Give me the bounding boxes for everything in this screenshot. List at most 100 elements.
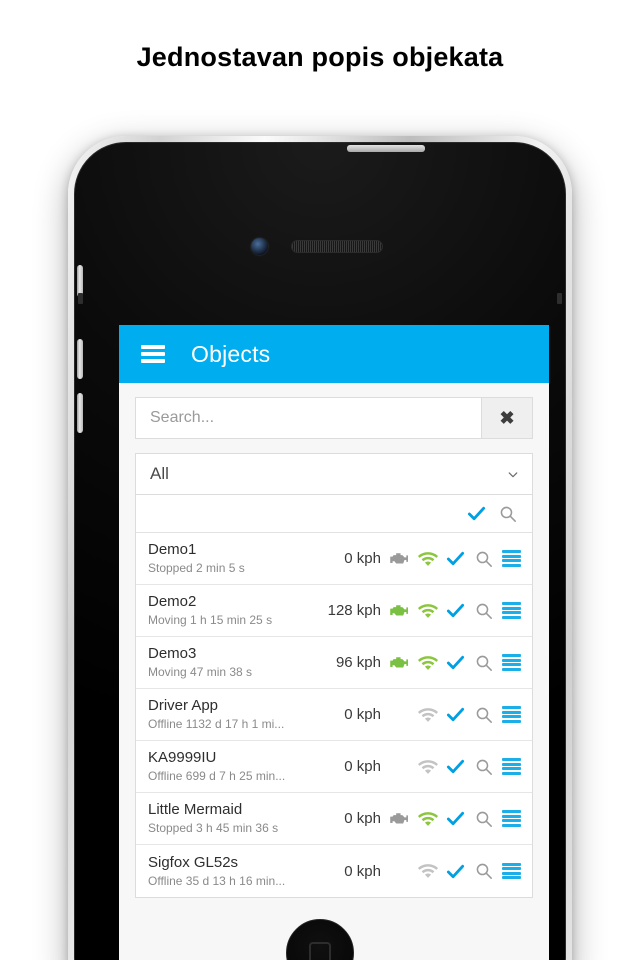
object-icons: [389, 861, 522, 882]
magnifier-icon[interactable]: [473, 600, 494, 621]
object-icons: [389, 756, 522, 777]
search-input[interactable]: [135, 397, 481, 439]
wifi-signal-icon: [417, 548, 438, 569]
table-row[interactable]: Demo3 Moving 47 min 38 s 96 kph: [136, 637, 532, 689]
list-stripes-icon[interactable]: [501, 652, 522, 673]
list-stripes-icon[interactable]: [501, 600, 522, 621]
search-row: ✖: [135, 397, 533, 439]
magnifier-icon[interactable]: [473, 808, 494, 829]
object-icons: [389, 548, 522, 569]
checkmark-icon[interactable]: [445, 861, 466, 882]
toolbar-magnifier-icon[interactable]: [497, 503, 518, 524]
home-button-square: [309, 942, 331, 960]
magnifier-icon[interactable]: [473, 548, 494, 569]
power-button[interactable]: [347, 145, 425, 152]
table-row[interactable]: Sigfox GL52s Offline 35 d 13 h 16 min... 0…: [136, 845, 532, 897]
app-content: ✖ All: [119, 383, 549, 960]
object-icons: [389, 808, 522, 829]
wifi-signal-icon: [417, 808, 438, 829]
object-name: Little Mermaid: [148, 801, 243, 818]
engine-icon: [389, 808, 410, 829]
wifi-signal-icon: [417, 861, 438, 882]
object-speed: 128 kph: [327, 602, 381, 619]
object-speed: 0 kph: [344, 758, 381, 775]
object-status: Offline 35 d 13 h 16 min...: [148, 873, 286, 888]
object-name: Demo3: [148, 645, 197, 662]
engine-icon: [389, 861, 410, 882]
object-speed: 0 kph: [344, 550, 381, 567]
list-stripes-icon[interactable]: [501, 756, 522, 777]
page-root: Jednostavan popis objekata Objects Searc…: [0, 0, 640, 960]
list-stripes-icon[interactable]: [501, 861, 522, 882]
object-info: Demo2 Moving 1 h 15 min 25 s: [148, 593, 328, 628]
object-status: Stopped 3 h 45 min 36 s: [148, 821, 279, 835]
object-speed: 0 kph: [344, 862, 381, 880]
page-title: Jednostavan popis objekata: [136, 42, 504, 72]
object-name: Demo2: [148, 593, 197, 610]
object-name: KA9999IU: [148, 749, 217, 766]
object-info: KA9999IU Offline 699 d 7 h 25 min...: [148, 749, 344, 784]
engine-icon: [389, 548, 410, 569]
filter-select-value: All: [150, 464, 169, 483]
object-info: Driver App Offline 1132 d 17 h 1 mi...: [148, 697, 344, 732]
list-stripes-icon[interactable]: [501, 548, 522, 569]
volume-down-button[interactable]: [77, 393, 83, 433]
wifi-signal-icon: [417, 756, 438, 777]
chevron-down-icon: [508, 472, 518, 478]
objects-list-panel: Demo1 Stopped 2 min 5 s 0 kph Demo2 Moving 1…: [135, 495, 533, 898]
object-icons: [389, 704, 522, 725]
object-info: Demo1 Stopped 2 min 5 s: [148, 541, 344, 576]
table-row[interactable]: Driver App Offline 1132 d 17 h 1 mi... 0 k…: [136, 689, 532, 741]
phone-mockup: Objects ✖ All: [62, 128, 578, 960]
checkmark-icon[interactable]: [445, 548, 466, 569]
engine-icon: [389, 704, 410, 725]
wifi-signal-icon: [417, 652, 438, 673]
object-status: Stopped 2 min 5 s: [148, 561, 245, 575]
list-stripes-icon[interactable]: [501, 808, 522, 829]
table-row[interactable]: KA9999IU Offline 699 d 7 h 25 min... 0 kph: [136, 741, 532, 793]
checkmark-icon[interactable]: [445, 652, 466, 673]
object-status: Moving 47 min 38 s: [148, 665, 253, 679]
table-row[interactable]: Demo2 Moving 1 h 15 min 25 s 128 kph: [136, 585, 532, 637]
object-info: Demo3 Moving 47 min 38 s: [148, 645, 336, 680]
checkmark-icon[interactable]: [445, 600, 466, 621]
clear-search-button[interactable]: ✖: [481, 397, 533, 439]
object-speed: 0 kph: [344, 706, 381, 723]
toolbar-checkmark-icon[interactable]: [466, 503, 487, 524]
object-status: Offline 1132 d 17 h 1 mi...: [148, 717, 285, 731]
app-header: Objects: [119, 325, 549, 383]
hamburger-menu-icon[interactable]: [141, 345, 165, 363]
magnifier-icon[interactable]: [473, 704, 494, 725]
wifi-signal-icon: [417, 600, 438, 621]
objects-list: Demo1 Stopped 2 min 5 s 0 kph Demo2 Moving 1…: [136, 533, 532, 897]
camera-lens-icon: [251, 238, 268, 255]
engine-icon: [389, 652, 410, 673]
object-icons: [389, 600, 522, 621]
app-title: Objects: [191, 340, 271, 367]
device-body: Objects ✖ All: [74, 142, 566, 960]
checkmark-icon[interactable]: [445, 756, 466, 777]
magnifier-icon[interactable]: [473, 652, 494, 673]
magnifier-icon[interactable]: [473, 861, 494, 882]
filter-select[interactable]: All: [135, 453, 533, 495]
object-name: Demo1: [148, 541, 197, 558]
table-row[interactable]: Little Mermaid Stopped 3 h 45 min 36 s 0 k…: [136, 793, 532, 845]
magnifier-icon[interactable]: [473, 756, 494, 777]
object-name: Driver App: [148, 697, 219, 714]
phone-screen: Objects ✖ All: [119, 325, 549, 960]
checkmark-icon[interactable]: [445, 704, 466, 725]
object-info: Sigfox GL52s Offline 35 d 13 h 16 min...: [148, 854, 344, 889]
table-row[interactable]: Demo1 Stopped 2 min 5 s 0 kph: [136, 533, 532, 585]
engine-icon: [389, 756, 410, 777]
object-name: Sigfox GL52s: [148, 853, 239, 871]
volume-up-button[interactable]: [77, 339, 83, 379]
antenna-notch-right: [557, 293, 562, 304]
list-stripes-icon[interactable]: [501, 704, 522, 725]
checkmark-icon[interactable]: [445, 808, 466, 829]
object-status: Moving 1 h 15 min 25 s: [148, 613, 273, 627]
earpiece-speaker-icon: [291, 240, 383, 253]
wifi-signal-icon: [417, 704, 438, 725]
object-speed: 96 kph: [335, 654, 381, 671]
object-status: Offline 699 d 7 h 25 min...: [148, 769, 286, 783]
object-info: Little Mermaid Stopped 3 h 45 min 36 s: [148, 801, 344, 836]
